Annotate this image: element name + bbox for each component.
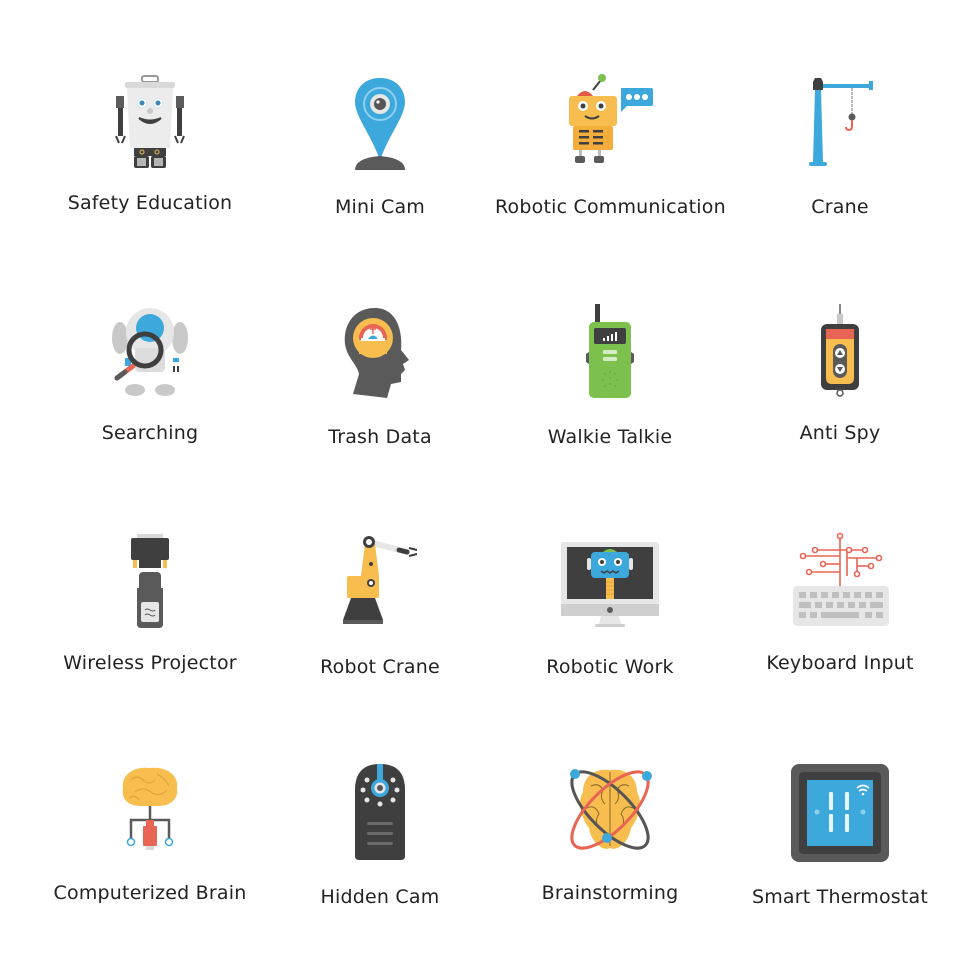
vga-adapter-icon	[95, 528, 205, 638]
robot-chat-bubble-icon	[555, 68, 665, 178]
hidden-camera-icon	[325, 758, 435, 868]
icon-label: Anti Spy	[799, 422, 881, 444]
robot-trash-can-icon	[95, 68, 205, 178]
icon-label: Trash Data	[328, 426, 432, 448]
icon-card-smart-thermostat[interactable]: Smart Thermostat	[725, 750, 955, 980]
remote-detector-icon	[785, 298, 895, 408]
icon-label: Brainstorming	[541, 882, 679, 904]
icon-card-wireless-projector[interactable]: Wireless Projector	[35, 520, 265, 750]
icon-card-safety-education[interactable]: Safety Education	[35, 60, 265, 290]
icon-label: Wireless Projector	[63, 652, 237, 674]
icon-label: Keyboard Input	[766, 652, 914, 674]
icon-card-trash-data[interactable]: Trash Data	[265, 290, 495, 520]
icon-card-hidden-cam[interactable]: Hidden Cam	[265, 750, 495, 980]
head-gear-gauge-icon	[325, 298, 435, 408]
icon-label: Robotic Work	[546, 656, 674, 678]
icon-label: Safety Education	[67, 192, 233, 214]
icon-card-keyboard-input[interactable]: Keyboard Input	[725, 520, 955, 750]
smart-thermostat-icon	[785, 758, 895, 868]
icon-label: Computerized Brain	[53, 882, 247, 904]
icon-label: Crane	[811, 196, 869, 218]
icon-card-robot-crane[interactable]: Robot Crane	[265, 520, 495, 750]
icon-label: Searching	[101, 422, 199, 444]
icon-label: Mini Cam	[334, 196, 426, 218]
walkie-talkie-icon	[555, 298, 665, 408]
keyboard-circuit-icon	[785, 528, 895, 638]
icon-label: Smart Thermostat	[751, 886, 929, 908]
icon-card-brainstorming[interactable]: Brainstorming	[495, 750, 725, 980]
crane-hook-icon	[785, 68, 895, 178]
icon-card-searching[interactable]: Searching	[35, 290, 265, 520]
icon-card-anti-spy[interactable]: Anti Spy	[725, 290, 955, 520]
icon-label: Robotic Communication	[495, 196, 726, 218]
monitor-robot-icon	[555, 528, 665, 638]
icon-label: Walkie Talkie	[547, 426, 673, 448]
robot-magnifier-icon	[95, 298, 205, 408]
icon-card-walkie-talkie[interactable]: Walkie Talkie	[495, 290, 725, 520]
brain-usb-icon	[95, 758, 205, 868]
icon-card-robotic-work[interactable]: Robotic Work	[495, 520, 725, 750]
icon-card-mini-cam[interactable]: Mini Cam	[265, 60, 495, 290]
brain-orbit-icon	[555, 758, 665, 868]
icon-card-crane[interactable]: Crane	[725, 60, 955, 290]
location-pin-camera-icon	[325, 68, 435, 178]
icon-card-computerized-brain[interactable]: Computerized Brain	[35, 750, 265, 980]
icon-grid: Safety Education Mini Cam Robotic Commun…	[35, 60, 955, 980]
icon-label: Hidden Cam	[320, 886, 440, 908]
robotic-arm-icon	[325, 528, 435, 638]
icon-label: Robot Crane	[320, 656, 440, 678]
icon-card-robotic-communication[interactable]: Robotic Communication	[495, 60, 726, 290]
